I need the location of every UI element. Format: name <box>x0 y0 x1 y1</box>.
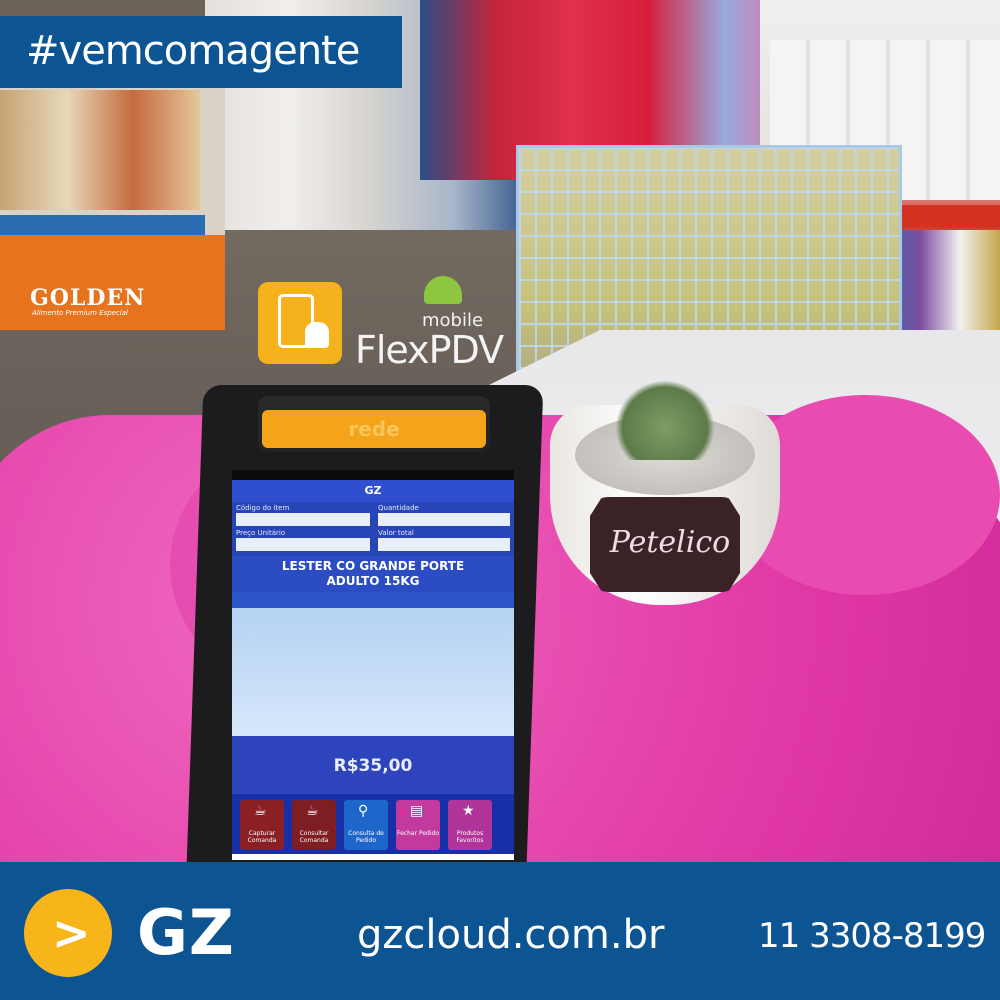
items-list[interactable] <box>232 608 514 736</box>
field-label-price: Preço Unitário <box>236 529 286 537</box>
favorite-products-button[interactable]: ★ Produtos Favoritos <box>448 800 492 850</box>
item-code-input[interactable] <box>236 513 370 526</box>
status-bar <box>232 470 514 480</box>
order-total: R$35,00 <box>232 736 514 794</box>
chevron-right-icon: > <box>52 906 91 960</box>
close-order-button[interactable]: ▤ Fechar Pedido <box>396 800 440 850</box>
product-line-2: ADULTO 15KG <box>326 574 420 588</box>
golden-brand-label: GOLDEN <box>30 285 146 311</box>
cup-icon: ☕ <box>306 803 319 819</box>
favorite-products-label: Produtos Favoritos <box>456 830 484 844</box>
footer-phone: 11 3308-8199 <box>758 916 986 956</box>
item-form: Código do item Quantidade Preço Unitário… <box>232 502 514 562</box>
flexpdv-name: FlexPDV <box>355 328 504 372</box>
capture-order-button[interactable]: ☕ Capturar Comanda <box>240 800 284 850</box>
app-title: GZ <box>232 480 514 502</box>
consult-order-label: Consultar Comanda <box>299 830 329 844</box>
product-name: LESTER CO GRANDE PORTE ADULTO 15KG <box>232 556 514 592</box>
field-label-code: Código do item <box>236 504 290 512</box>
order-lookup-button[interactable]: ⚲ Consulta de Pedido <box>344 800 388 850</box>
printer-brand: rede <box>262 410 486 448</box>
unit-price-input[interactable] <box>236 538 370 551</box>
item-row[interactable] <box>232 592 514 608</box>
cup-icon: ☕ <box>254 803 267 819</box>
total-value-input[interactable] <box>378 538 510 551</box>
field-label-qty: Quantidade <box>378 504 419 512</box>
hand-tap-icon <box>305 322 329 348</box>
store-photo: GOLDEN Alimento Premium Especial Petelic… <box>0 0 1000 862</box>
star-icon: ★ <box>462 803 475 819</box>
capture-order-label: Capturar Comanda <box>247 830 277 844</box>
consult-order-button[interactable]: ☕ Consultar Comanda <box>292 800 336 850</box>
pot-label-text: Petelico <box>609 525 731 560</box>
search-icon: ⚲ <box>358 803 369 819</box>
succulent-plant <box>615 380 715 460</box>
close-order-label: Fechar Pedido <box>396 830 440 837</box>
footer-website[interactable]: gzcloud.com.br <box>357 911 664 959</box>
footer-brand: GZ <box>137 896 235 969</box>
treat-jars <box>0 90 200 210</box>
order-lookup-label: Consulta de Pedido <box>348 830 384 844</box>
hashtag-text: #vemcomagente <box>26 28 360 74</box>
golden-tagline: Alimento Premium Especial <box>32 309 128 317</box>
document-icon: ▤ <box>410 803 424 819</box>
shelf-edge <box>0 215 205 235</box>
product-line-1: LESTER CO GRANDE PORTE <box>281 559 465 573</box>
quantity-input[interactable] <box>378 513 510 526</box>
field-label-total: Valor total <box>378 529 414 537</box>
